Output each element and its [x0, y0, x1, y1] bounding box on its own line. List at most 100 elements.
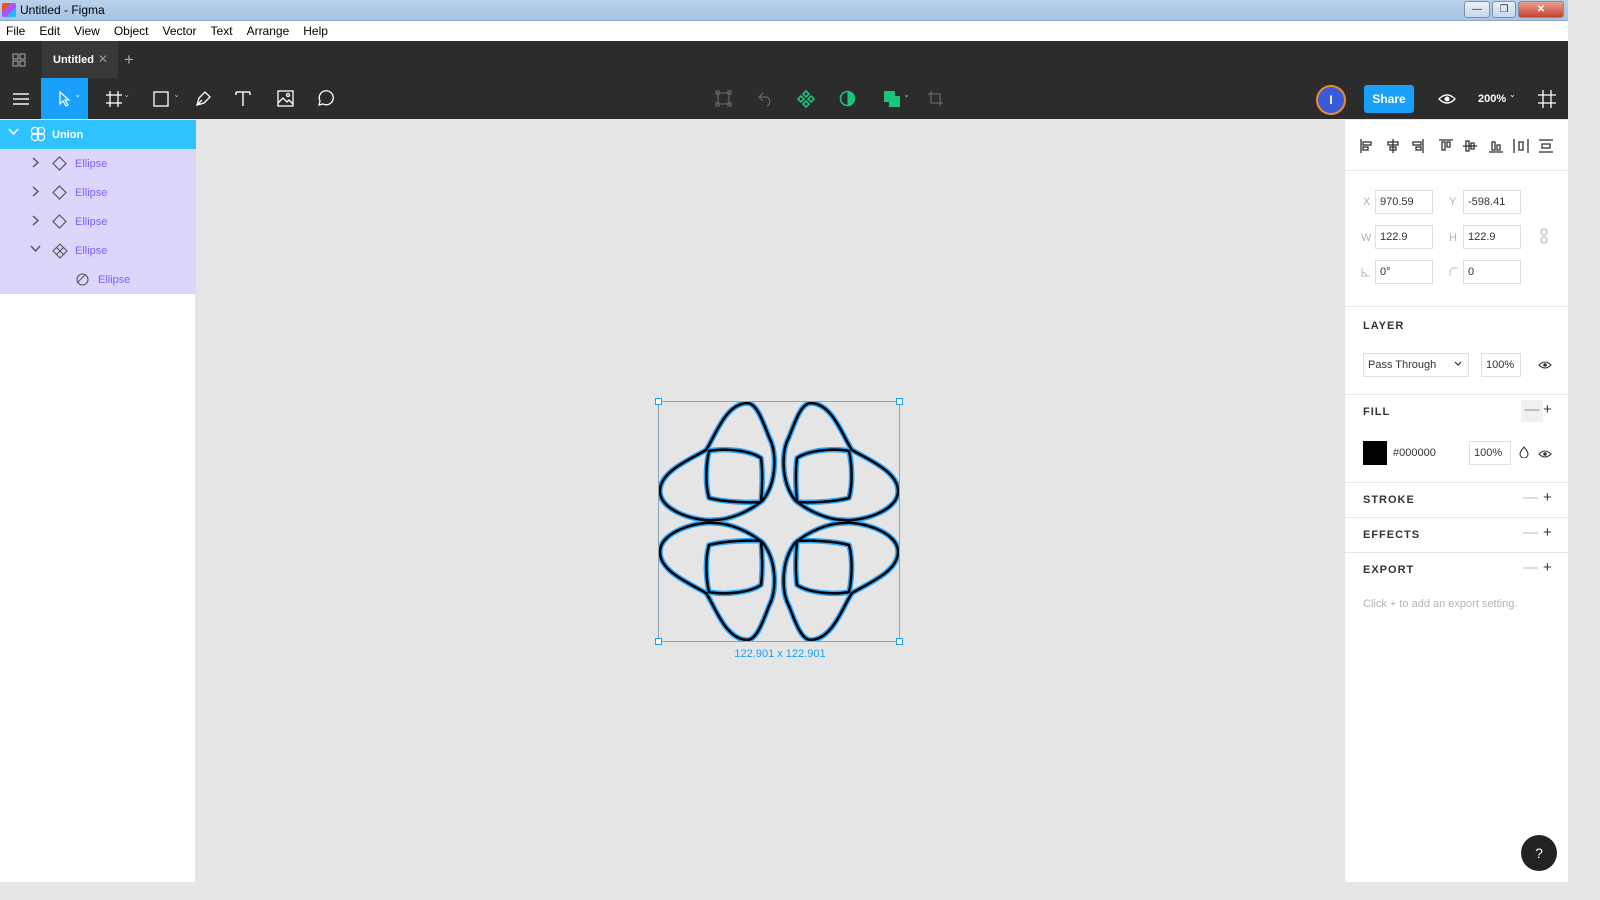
fill-color-swatch[interactable]: [1363, 441, 1387, 465]
distribute-horizontal-icon: [1513, 139, 1529, 153]
main-menu-icon[interactable]: [0, 78, 41, 119]
layer-label: Union: [52, 128, 84, 141]
chevron-right-icon[interactable]: [32, 186, 40, 200]
chevron-right-icon[interactable]: [32, 215, 40, 229]
menu-view[interactable]: View: [74, 24, 100, 38]
crop-button[interactable]: [920, 78, 950, 119]
h-label: H: [1449, 232, 1457, 244]
menu-help[interactable]: Help: [303, 24, 328, 38]
zoom-level[interactable]: 200%: [1478, 93, 1506, 105]
union-icon: [30, 126, 46, 145]
move-arrow-icon: [58, 90, 71, 107]
user-avatar[interactable]: I: [1316, 85, 1346, 115]
align-horizontal-center-icon: [1387, 139, 1399, 153]
vector-diamond-icon: [52, 214, 67, 232]
constrain-proportions-icon[interactable]: [1539, 228, 1549, 247]
layer-row-ellipse[interactable]: Ellipse: [0, 236, 196, 265]
add-export-button[interactable]: +: [1543, 559, 1552, 576]
text-tool-button[interactable]: [228, 78, 258, 119]
fill-section-title: FILL: [1363, 406, 1391, 418]
pen-tool-button[interactable]: [188, 78, 218, 119]
pen-icon: [195, 91, 211, 106]
tab-untitled[interactable]: Untitled ✕: [42, 41, 118, 78]
frame-tool-button[interactable]: ⌄: [96, 78, 132, 119]
grid-home-icon[interactable]: [12, 53, 26, 67]
zoom-chevron-down-icon[interactable]: ⌄: [1509, 90, 1516, 99]
corner-radius-input[interactable]: 0: [1463, 260, 1521, 284]
boolean-groups-button[interactable]: ⌄: [872, 78, 912, 119]
fill-hex-value[interactable]: #000000: [1393, 447, 1436, 459]
chevron-down-icon[interactable]: [8, 128, 19, 139]
rotation-input[interactable]: 0°: [1375, 260, 1433, 284]
menu-vector[interactable]: Vector: [163, 24, 197, 38]
layer-opacity-input[interactable]: 100%: [1481, 353, 1521, 377]
component-icon: [797, 89, 815, 108]
comment-tool-button[interactable]: [310, 78, 340, 119]
menu-text[interactable]: Text: [211, 24, 233, 38]
add-stroke-button[interactable]: +: [1543, 489, 1552, 506]
restore-button[interactable]: ❐: [1492, 1, 1516, 18]
menu-object[interactable]: Object: [114, 24, 149, 38]
chevron-right-icon[interactable]: [32, 157, 40, 171]
blend-mode-value: Pass Through: [1368, 359, 1437, 371]
divider: [1345, 517, 1569, 518]
remove-stroke-button[interactable]: —: [1523, 489, 1538, 506]
mask-button[interactable]: [832, 78, 862, 119]
resize-handle-top-right[interactable]: [896, 398, 903, 405]
y-input[interactable]: -598.41: [1463, 190, 1521, 214]
layer-row-ellipse[interactable]: Ellipse: [0, 178, 196, 207]
width-input[interactable]: 122.9: [1375, 225, 1433, 249]
layers-panel: Union Ellipse Ellipse Ellipse Ellipse El…: [0, 120, 196, 882]
remove-export-button[interactable]: —: [1523, 559, 1538, 576]
selected-union-shape[interactable]: [655, 398, 903, 645]
w-label: W: [1361, 232, 1372, 244]
crop-icon: [927, 91, 943, 106]
layer-row-ellipse[interactable]: Ellipse: [0, 149, 196, 178]
chevron-down-icon: ⌄: [903, 90, 910, 99]
remove-effect-button[interactable]: —: [1523, 524, 1538, 541]
add-effect-button[interactable]: +: [1543, 524, 1552, 541]
close-tab-icon[interactable]: ✕: [98, 52, 108, 66]
x-label: X: [1363, 196, 1371, 208]
text-icon: [235, 91, 251, 106]
resize-handle-top-left[interactable]: [655, 398, 662, 405]
layer-row-ellipse[interactable]: Ellipse: [0, 207, 196, 236]
remove-fill-button[interactable]: —: [1521, 400, 1543, 422]
fill-opacity-input[interactable]: 100%: [1469, 441, 1511, 465]
move-tool-button[interactable]: ⌄: [41, 78, 88, 119]
distribute-vertical-icon: [1539, 139, 1553, 153]
component-icon: [52, 243, 68, 262]
layer-visibility-eye-icon[interactable]: [1538, 359, 1552, 373]
chevron-down-icon: ⌄: [123, 90, 130, 99]
menu-arrange[interactable]: Arrange: [247, 24, 290, 38]
help-button[interactable]: ?: [1521, 835, 1557, 871]
x-input[interactable]: 970.59: [1375, 190, 1433, 214]
edit-object-icon: [714, 90, 732, 107]
export-section-title: EXPORT: [1363, 564, 1415, 576]
resize-handle-bottom-right[interactable]: [896, 638, 903, 645]
preview-button[interactable]: [1432, 78, 1462, 119]
layer-row-union[interactable]: Union: [0, 120, 196, 149]
fill-visibility-eye-icon[interactable]: [1538, 448, 1552, 462]
view-options-button[interactable]: [1532, 78, 1562, 119]
layer-row-ellipse[interactable]: Ellipse: [0, 265, 196, 294]
close-window-button[interactable]: ✕: [1518, 1, 1564, 18]
chevron-down-icon: ⌄: [173, 90, 180, 99]
menu-file[interactable]: File: [6, 24, 25, 38]
shape-tool-button[interactable]: ⌄: [142, 78, 180, 119]
minimize-button[interactable]: —: [1464, 1, 1490, 18]
menu-edit[interactable]: Edit: [39, 24, 60, 38]
resize-handle-bottom-left[interactable]: [655, 638, 662, 645]
ellipse-icon: [75, 272, 90, 290]
edit-object-button[interactable]: [708, 78, 738, 119]
add-fill-button[interactable]: +: [1543, 401, 1552, 418]
blend-mode-select[interactable]: Pass Through: [1363, 353, 1469, 377]
height-input[interactable]: 122.9: [1463, 225, 1521, 249]
blend-drop-icon[interactable]: [1519, 446, 1529, 461]
reset-instance-button[interactable]: [750, 78, 780, 119]
create-component-button[interactable]: [791, 78, 821, 119]
chevron-down-icon[interactable]: [30, 245, 41, 256]
new-tab-button[interactable]: +: [124, 50, 134, 70]
share-button[interactable]: Share: [1364, 85, 1414, 113]
image-tool-button[interactable]: [270, 78, 300, 119]
